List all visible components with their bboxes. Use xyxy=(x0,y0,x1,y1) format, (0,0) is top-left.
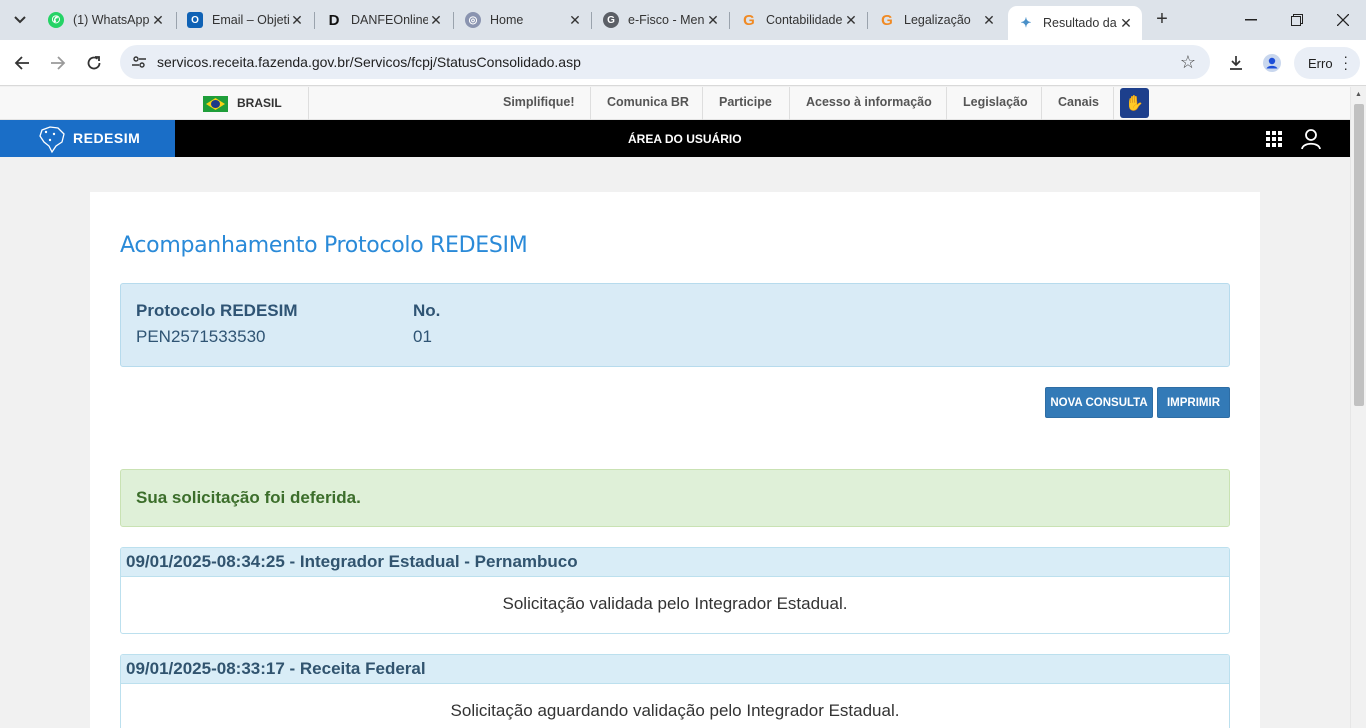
event-body: Solicitação validada pelo Integrador Est… xyxy=(502,594,848,613)
whatsapp-icon: ✆ xyxy=(48,12,64,28)
close-icon[interactable]: ✕ xyxy=(567,12,583,29)
redesim-icon: ✦ xyxy=(1020,15,1032,30)
tab-title: Contabilidade xyxy=(766,13,843,27)
tab-efisco[interactable]: G e-Fisco - Menu ✕ xyxy=(593,6,729,34)
tab-home[interactable]: ◎ Home ✕ xyxy=(455,6,591,34)
protocol-info-box: Protocolo REDESIM PEN2571533530 No. 01 xyxy=(120,283,1230,367)
tab-title: Resultado da xyxy=(1043,16,1117,30)
protocol-value: PEN2571533530 xyxy=(136,327,266,346)
bookmark-star-icon[interactable]: ☆ xyxy=(1180,52,1196,73)
tab-title: Email – Objetivo xyxy=(212,13,289,27)
govbar-link-participe[interactable]: Participe xyxy=(719,95,772,109)
site-settings-icon[interactable] xyxy=(131,54,147,70)
event-panel: 09/01/2025-08:33:17 - Receita Federal So… xyxy=(120,654,1230,728)
status-message: Sua solicitação foi deferida. xyxy=(136,488,361,507)
minimize-icon[interactable] xyxy=(1237,8,1265,32)
number-label: No. xyxy=(413,301,441,320)
reload-icon[interactable] xyxy=(81,50,107,76)
close-icon[interactable]: ✕ xyxy=(705,12,721,29)
close-icon[interactable]: ✕ xyxy=(289,12,305,29)
tab-title: e-Fisco - Menu xyxy=(628,13,705,27)
close-icon[interactable]: ✕ xyxy=(428,12,444,29)
accessibility-libras-icon[interactable]: ✋ xyxy=(1120,88,1149,118)
govbar-link-simplifique[interactable]: Simplifique! xyxy=(503,95,575,109)
govbar-link-canais[interactable]: Canais xyxy=(1058,95,1099,109)
tab-title: Legalização xyxy=(904,13,971,27)
tab-danfe[interactable]: D DANFEOnline ✕ xyxy=(316,6,452,34)
scroll-up-arrow-icon[interactable]: ▲ xyxy=(1355,91,1362,98)
brazil-map-icon xyxy=(39,126,65,154)
outlook-icon: O xyxy=(187,12,203,28)
back-arrow-icon[interactable] xyxy=(9,50,35,76)
tab-search-chevron-icon[interactable] xyxy=(6,7,34,33)
redesim-header: REDESIM ÁREA DO USUÁRIO xyxy=(0,120,1350,157)
download-icon[interactable] xyxy=(1223,50,1249,76)
close-icon[interactable]: ✕ xyxy=(1118,15,1134,32)
close-icon[interactable]: ✕ xyxy=(981,12,997,29)
scrollbar-thumb[interactable] xyxy=(1354,104,1364,406)
profile-error-label: Erro xyxy=(1308,55,1333,71)
restore-icon[interactable] xyxy=(1283,8,1311,32)
window-close-icon[interactable] xyxy=(1329,8,1357,32)
number-value: 01 xyxy=(413,327,432,346)
profile-error-button[interactable]: Erro · · · xyxy=(1294,47,1360,79)
tab-whatsapp[interactable]: ✆ (1) WhatsApp ✕ xyxy=(38,6,174,34)
brazil-flag-icon xyxy=(203,96,228,112)
govbar-link-legislacao[interactable]: Legislação xyxy=(963,95,1028,109)
event-body: Solicitação aguardando validação pelo In… xyxy=(450,701,900,720)
g-orange-icon: G xyxy=(743,11,755,29)
badge-icon: ◎ xyxy=(465,12,481,28)
profile-avatar-icon[interactable] xyxy=(1259,50,1285,76)
user-account-icon[interactable] xyxy=(1300,128,1322,150)
tab-email[interactable]: O Email – Objetivo ✕ xyxy=(177,6,313,34)
tab-legalizacao[interactable]: G Legalização ✕ xyxy=(869,6,1005,34)
status-success-alert: Sua solicitação foi deferida. xyxy=(120,469,1230,527)
close-icon[interactable]: ✕ xyxy=(150,12,166,29)
google-g-icon: G xyxy=(603,12,619,28)
url-text[interactable]: servicos.receita.fazenda.gov.br/Servicos… xyxy=(157,54,581,70)
govbar-link-acesso[interactable]: Acesso à informação xyxy=(806,95,932,109)
tab-title: DANFEOnline xyxy=(351,13,428,27)
protocol-label: Protocolo REDESIM xyxy=(136,301,298,320)
tab-title: (1) WhatsApp xyxy=(73,13,150,27)
page-title: Acompanhamento Protocolo REDESIM xyxy=(120,233,528,258)
apps-grid-icon[interactable] xyxy=(1266,131,1282,147)
tab-contabilidade[interactable]: G Contabilidade ✕ xyxy=(731,6,867,34)
tab-resultado-active[interactable]: ✦ Resultado da ✕ xyxy=(1008,6,1142,40)
page-scrollbar[interactable]: ▲ xyxy=(1350,87,1366,728)
g-orange-icon: G xyxy=(881,11,893,29)
tab-title: Home xyxy=(490,13,524,27)
brasil-link[interactable]: BRASIL xyxy=(237,96,282,110)
page-content: Acompanhamento Protocolo REDESIM Protoco… xyxy=(0,157,1350,728)
close-icon[interactable]: ✕ xyxy=(843,12,859,29)
event-panel: 09/01/2025-08:34:25 - Integrador Estadua… xyxy=(120,547,1230,634)
logo-text: REDESIM xyxy=(73,130,141,146)
forward-arrow-icon[interactable] xyxy=(45,50,71,76)
imprimir-button[interactable]: IMPRIMIR xyxy=(1157,387,1230,418)
redesim-logo[interactable]: REDESIM xyxy=(0,120,175,157)
danfe-icon: D xyxy=(328,11,340,29)
main-card: Acompanhamento Protocolo REDESIM Protoco… xyxy=(90,192,1260,728)
more-menu-icon[interactable]: · · · xyxy=(1343,49,1348,75)
event-header: 09/01/2025-08:34:25 - Integrador Estadua… xyxy=(121,548,1229,577)
govbar-link-comunica[interactable]: Comunica BR xyxy=(607,95,689,109)
browser-toolbar: servicos.receita.fazenda.gov.br/Servicos… xyxy=(0,40,1366,86)
event-header: 09/01/2025-08:33:17 - Receita Federal xyxy=(121,655,1229,684)
nova-consulta-button[interactable]: NOVA CONSULTA xyxy=(1045,387,1153,418)
address-bar[interactable]: servicos.receita.fazenda.gov.br/Servicos… xyxy=(120,45,1210,79)
browser-tabstrip: ✆ (1) WhatsApp ✕ O Email – Objetivo ✕ D … xyxy=(0,0,1366,40)
new-tab-plus-icon[interactable]: + xyxy=(1151,8,1173,32)
area-do-usuario-title: ÁREA DO USUÁRIO xyxy=(628,132,742,146)
